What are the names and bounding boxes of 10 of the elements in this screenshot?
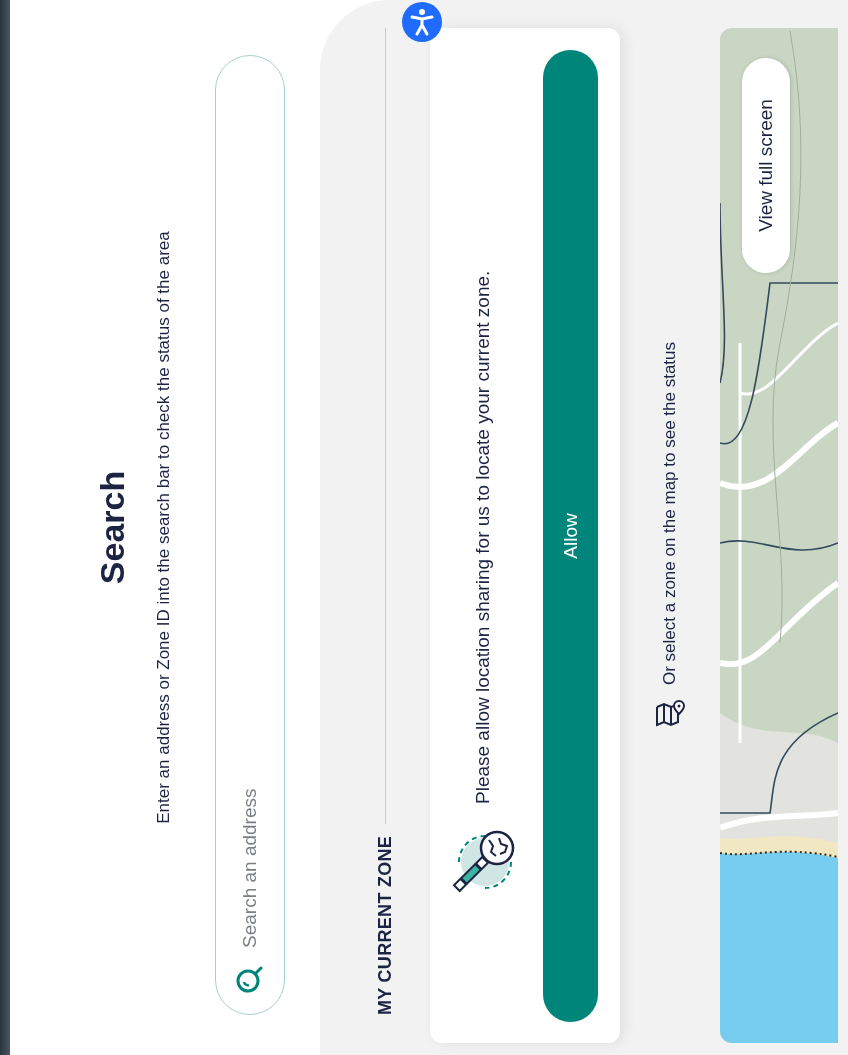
page-title: Search [92, 469, 132, 587]
map-hint: Or select a zone on the map to see the status [660, 342, 680, 685]
full-screen-button[interactable]: View full screen [742, 58, 790, 273]
map-pin-icon [655, 700, 685, 728]
allow-button[interactable]: Allow [543, 50, 598, 1022]
search-field[interactable]: Search an address [215, 55, 285, 1015]
location-message: Please allow location sharing for us to locate your current zone. [471, 270, 494, 804]
accessibility-icon[interactable] [402, 2, 442, 42]
section-heading: MY CURRENT ZONE [374, 835, 396, 1015]
instruction-text: Enter an address or Zone ID into the search bar to check the status of the area [153, 230, 174, 826]
